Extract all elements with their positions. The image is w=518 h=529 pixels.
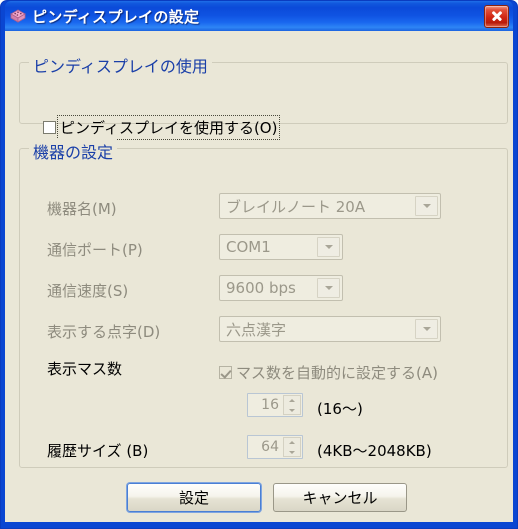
spinner-history-size-value: 64	[261, 439, 279, 455]
caret-up-icon[interactable]	[284, 438, 300, 447]
spinner-cell-count-buttons[interactable]	[283, 395, 301, 415]
close-icon[interactable]	[484, 4, 509, 28]
braille-display-icon	[9, 7, 27, 25]
caret-up-icon[interactable]	[284, 396, 300, 405]
checkbox-use-braille-display-box[interactable]	[43, 121, 56, 134]
combo-comm-port-value: COM1	[226, 238, 271, 256]
label-braille-type: 表示する点字(D)	[47, 323, 161, 341]
spinner-history-size-buttons[interactable]	[283, 437, 301, 457]
group-use-title: ピンディスプレイの使用	[29, 53, 212, 77]
spinner-cell-count[interactable]: 16	[247, 393, 303, 417]
chevron-down-icon[interactable]	[317, 237, 340, 257]
checkbox-use-braille-display-label: ピンディスプレイを使用する(O)	[56, 115, 281, 140]
combo-device-name[interactable]: ブレイルノート 20A	[219, 193, 441, 219]
checkbox-auto-cell-count[interactable]: マス数を自動的に設定する(A)	[219, 361, 440, 384]
ok-button-label: 設定	[178, 489, 209, 507]
group-device-title: 機器の設定	[29, 139, 118, 163]
group-use-braille-display: ピンディスプレイの使用	[19, 53, 508, 124]
combo-braille-type-value: 六点漢字	[226, 320, 287, 339]
dialog-window: ピンディスプレイの設定 ピンディスプレイの使用 ピンディスプレイを使用する(O)…	[0, 0, 518, 529]
combo-device-name-value: ブレイルノート 20A	[226, 197, 366, 216]
combo-comm-speed-value: 9600 bps	[226, 279, 296, 297]
window-title: ピンディスプレイの設定	[32, 8, 200, 26]
label-device-name: 機器名(M)	[47, 200, 117, 218]
ok-button[interactable]: 設定	[127, 483, 261, 512]
label-history-size: 履歴サイズ (B)	[47, 442, 149, 460]
dialog-client-area: ピンディスプレイの使用 ピンディスプレイを使用する(O) 機器の設定 機器名(M…	[5, 31, 513, 522]
spinner-history-size[interactable]: 64	[247, 435, 303, 459]
cancel-button[interactable]: キャンセル	[273, 483, 407, 512]
caret-down-icon[interactable]	[284, 405, 300, 414]
label-cell-count: 表示マス数	[47, 360, 123, 378]
chevron-down-icon[interactable]	[415, 196, 438, 216]
caret-down-icon[interactable]	[284, 447, 300, 456]
combo-comm-port[interactable]: COM1	[219, 234, 343, 260]
label-comm-port: 通信ポート(P)	[47, 241, 143, 259]
spinner-cell-count-value: 16	[261, 397, 279, 413]
cancel-button-label: キャンセル	[302, 489, 378, 507]
checkbox-auto-cell-count-box[interactable]	[219, 366, 232, 379]
label-comm-speed: 通信速度(S)	[47, 282, 129, 300]
checkbox-auto-cell-count-label: マス数を自動的に設定する(A)	[236, 364, 438, 382]
combo-comm-speed[interactable]: 9600 bps	[219, 275, 343, 301]
combo-braille-type[interactable]: 六点漢字	[219, 316, 441, 342]
title-bar[interactable]: ピンディスプレイの設定	[5, 1, 513, 31]
chevron-down-icon[interactable]	[317, 278, 340, 298]
hint-cell-count-range: (16〜)	[317, 400, 363, 418]
checkbox-use-braille-display[interactable]: ピンディスプレイを使用する(O)	[43, 115, 281, 140]
chevron-down-icon[interactable]	[415, 319, 438, 339]
hint-history-size-range: (4KB〜2048KB)	[317, 442, 432, 460]
